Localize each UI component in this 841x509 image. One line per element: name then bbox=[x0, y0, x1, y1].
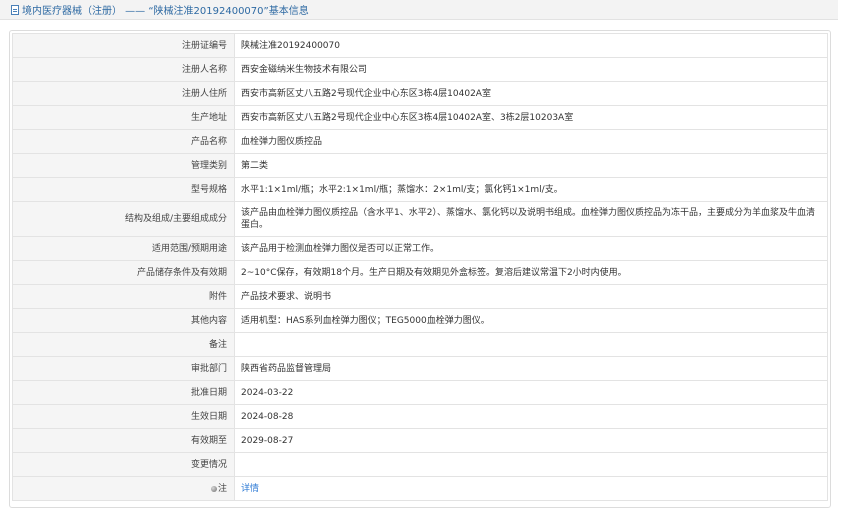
row-value bbox=[234, 452, 828, 477]
title-bar: 境内医疗器械（注册） —— “陕械注准20192400070”基本信息 bbox=[0, 0, 838, 20]
table-row-product-name: 产品名称 血栓弹力图仪质控品 bbox=[12, 129, 828, 154]
table-row-intended-use: 适用范围/预期用途 该产品用于检测血栓弹力图仪是否可以正常工作。 bbox=[12, 236, 828, 261]
row-label: 管理类别 bbox=[12, 153, 235, 178]
info-panel: 注册证编号 陕械注准20192400070 注册人名称 西安金磁纳米生物技术有限… bbox=[9, 30, 831, 508]
row-label: 适用范围/预期用途 bbox=[12, 236, 235, 261]
row-label: 注册人名称 bbox=[12, 57, 235, 82]
row-label: 有效期至 bbox=[12, 428, 235, 453]
row-value: 2024-08-28 bbox=[234, 404, 828, 429]
table-row-registrant-name: 注册人名称 西安金磁纳米生物技术有限公司 bbox=[12, 57, 828, 82]
row-value: 2~10°C保存，有效期18个月。生产日期及有效期见外盒标签。复溶后建议常温下2… bbox=[234, 260, 828, 285]
row-value: 西安市高新区丈八五路2号现代企业中心东区3栋4层10402A室 bbox=[234, 81, 828, 106]
note-label-cell: 注 bbox=[12, 476, 235, 501]
table-row-management-category: 管理类别 第二类 bbox=[12, 153, 828, 178]
details-link[interactable]: 详情 bbox=[241, 484, 259, 494]
row-label: 审批部门 bbox=[12, 356, 235, 381]
row-value: 第二类 bbox=[234, 153, 828, 178]
table-row-production-address: 生产地址 西安市高新区丈八五路2号现代企业中心东区3栋4层10402A室、3栋2… bbox=[12, 105, 828, 130]
row-label: 变更情况 bbox=[12, 452, 235, 477]
row-label: 附件 bbox=[12, 284, 235, 309]
row-value: 血栓弹力图仪质控品 bbox=[234, 129, 828, 154]
row-value: 西安金磁纳米生物技术有限公司 bbox=[234, 57, 828, 82]
table-row-registration-number: 注册证编号 陕械注准20192400070 bbox=[12, 33, 828, 58]
row-value: 2024-03-22 bbox=[234, 380, 828, 405]
info-table: 注册证编号 陕械注准20192400070 注册人名称 西安金磁纳米生物技术有限… bbox=[12, 33, 828, 501]
table-row-storage: 产品储存条件及有效期 2~10°C保存，有效期18个月。生产日期及有效期见外盒标… bbox=[12, 260, 828, 285]
table-row-approval-date: 批准日期 2024-03-22 bbox=[12, 380, 828, 405]
table-row-registrant-address: 注册人住所 西安市高新区丈八五路2号现代企业中心东区3栋4层10402A室 bbox=[12, 81, 828, 106]
table-row-expiry-date: 有效期至 2029-08-27 bbox=[12, 428, 828, 453]
row-value bbox=[234, 332, 828, 357]
table-row-other-content: 其他内容 适用机型：HAS系列血栓弹力图仪；TEG5000血栓弹力图仪。 bbox=[12, 308, 828, 333]
table-row-effective-date: 生效日期 2024-08-28 bbox=[12, 404, 828, 429]
row-value: 陕西省药品监督管理局 bbox=[234, 356, 828, 381]
row-value: 该产品用于检测血栓弹力图仪是否可以正常工作。 bbox=[234, 236, 828, 261]
row-label: 备注 bbox=[12, 332, 235, 357]
table-row-note: 注 详情 bbox=[12, 476, 828, 501]
note-label: 注 bbox=[217, 483, 227, 494]
row-value: 该产品由血栓弹力图仪质控品（含水平1、水平2）、蒸馏水、氯化钙以及说明书组成。血… bbox=[234, 201, 828, 237]
row-label: 型号规格 bbox=[12, 177, 235, 202]
table-row-remarks: 备注 bbox=[12, 332, 828, 357]
row-label: 批准日期 bbox=[12, 380, 235, 405]
bulb-icon bbox=[210, 485, 217, 492]
row-label: 产品储存条件及有效期 bbox=[12, 260, 235, 285]
table-row-approval-department: 审批部门 陕西省药品监督管理局 bbox=[12, 356, 828, 381]
table-row-change-history: 变更情况 bbox=[12, 452, 828, 477]
table-row-model-spec: 型号规格 水平1:1×1ml/瓶；水平2:1×1ml/瓶；蒸馏水：2×1ml/支… bbox=[12, 177, 828, 202]
row-value: 适用机型：HAS系列血栓弹力图仪；TEG5000血栓弹力图仪。 bbox=[234, 308, 828, 333]
document-icon bbox=[11, 4, 19, 15]
row-value: 2029-08-27 bbox=[234, 428, 828, 453]
table-row-composition: 结构及组成/主要组成成分 该产品由血栓弹力图仪质控品（含水平1、水平2）、蒸馏水… bbox=[12, 201, 828, 237]
note-value-cell: 详情 bbox=[234, 476, 828, 501]
row-label: 其他内容 bbox=[12, 308, 235, 333]
row-label: 产品名称 bbox=[12, 129, 235, 154]
row-value: 产品技术要求、说明书 bbox=[234, 284, 828, 309]
row-value: 水平1:1×1ml/瓶；水平2:1×1ml/瓶；蒸馏水：2×1ml/支；氯化钙1… bbox=[234, 177, 828, 202]
row-label: 注册证编号 bbox=[12, 33, 235, 58]
row-label: 生效日期 bbox=[12, 404, 235, 429]
row-value: 西安市高新区丈八五路2号现代企业中心东区3栋4层10402A室、3栋2层1020… bbox=[234, 105, 828, 130]
page-title: 境内医疗器械（注册） —— “陕械注准20192400070”基本信息 bbox=[22, 6, 309, 17]
table-row-attachments: 附件 产品技术要求、说明书 bbox=[12, 284, 828, 309]
row-value: 陕械注准20192400070 bbox=[234, 33, 828, 58]
row-label: 生产地址 bbox=[12, 105, 235, 130]
row-label: 结构及组成/主要组成成分 bbox=[12, 201, 235, 237]
row-label: 注册人住所 bbox=[12, 81, 235, 106]
